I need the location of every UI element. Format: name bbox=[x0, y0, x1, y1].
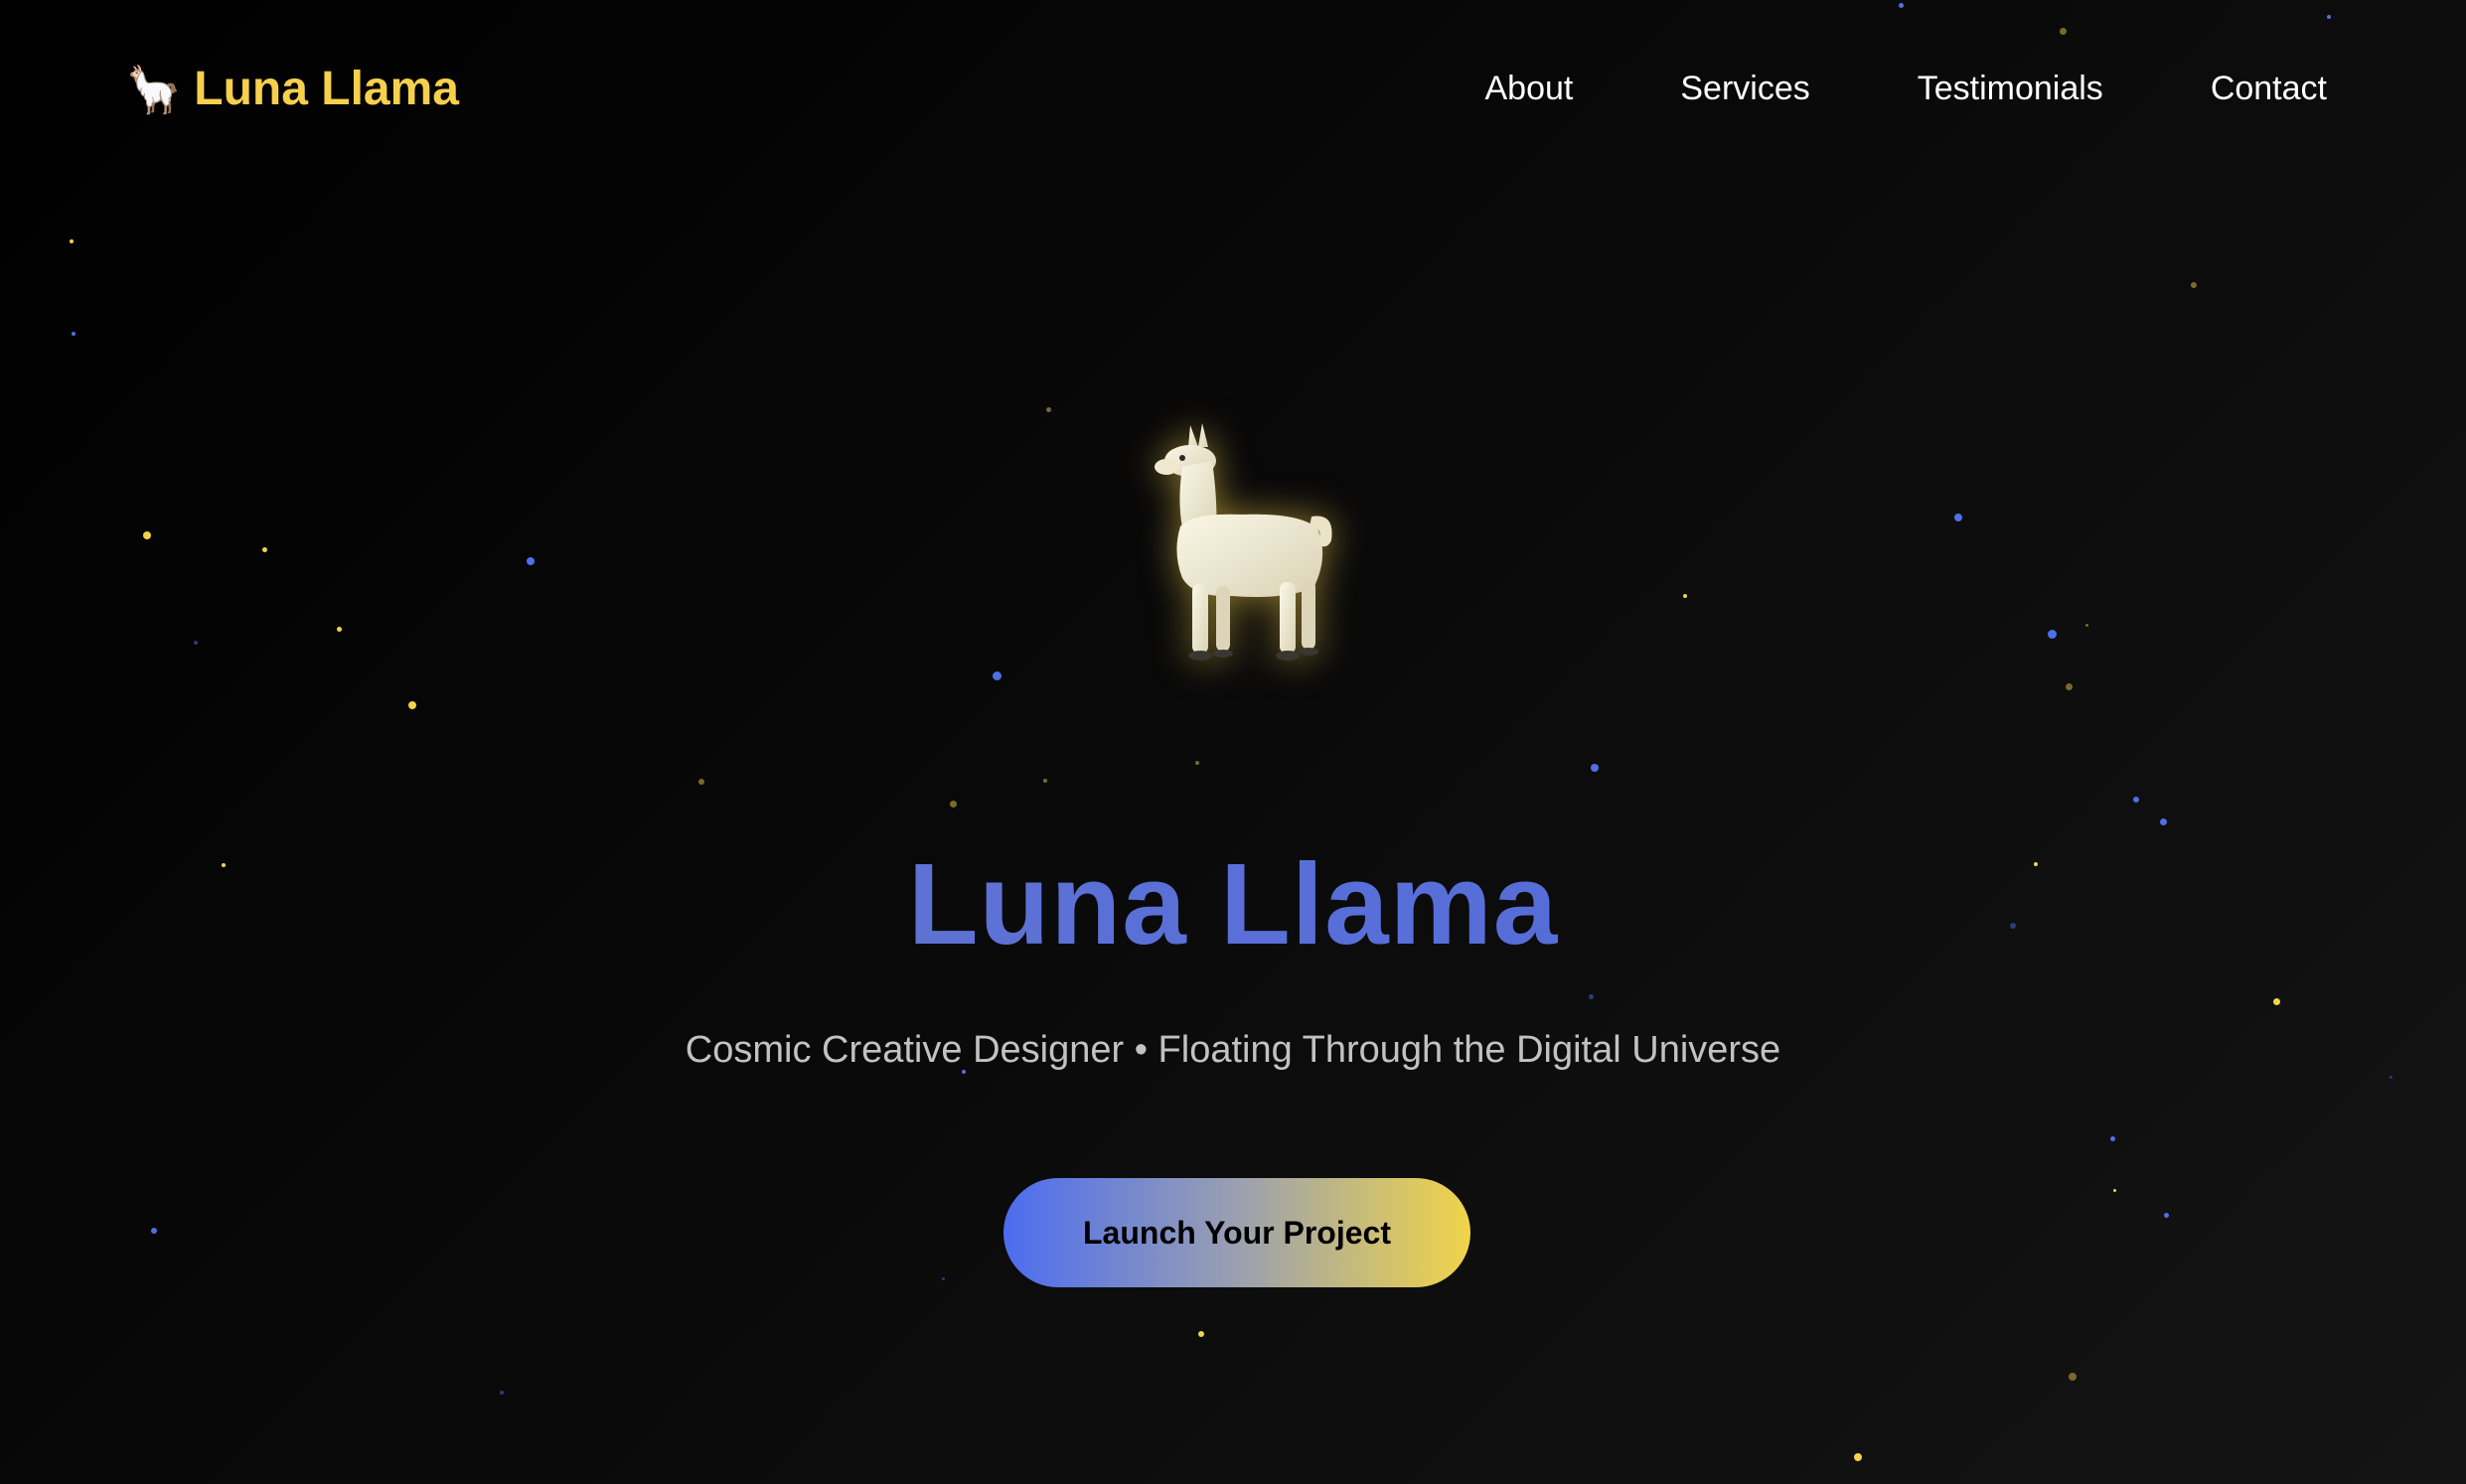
site-logo[interactable]: 🦙 Luna Llama bbox=[125, 62, 459, 116]
hero-title: Luna Llama bbox=[0, 846, 2466, 962]
star bbox=[72, 332, 76, 336]
nav-link-about[interactable]: About bbox=[1485, 72, 1574, 105]
star bbox=[2066, 683, 2073, 690]
top-navigation: 🦙 Luna Llama About Services Testimonials… bbox=[0, 0, 2466, 189]
llama-icon: 🦙 bbox=[125, 63, 183, 115]
star bbox=[1589, 994, 1594, 999]
star bbox=[2389, 1076, 2392, 1079]
star bbox=[698, 779, 704, 785]
star bbox=[2164, 1213, 2169, 1218]
star bbox=[993, 671, 1002, 680]
star bbox=[2048, 630, 2057, 639]
hero-subtitle: Cosmic Creative Designer • Floating Thro… bbox=[685, 1029, 1781, 1071]
star bbox=[194, 641, 198, 645]
star bbox=[2113, 1189, 2116, 1192]
launch-project-button[interactable]: Launch Your Project bbox=[1003, 1178, 1470, 1287]
nav-link-services[interactable]: Services bbox=[1680, 72, 1809, 105]
star bbox=[1591, 764, 1599, 772]
star bbox=[950, 801, 957, 808]
star bbox=[1198, 1331, 1204, 1337]
star bbox=[527, 557, 535, 565]
star bbox=[500, 1391, 504, 1395]
nav-link-testimonials[interactable]: Testimonials bbox=[1918, 72, 2103, 105]
star bbox=[1954, 514, 1962, 521]
logo-text: Luna Llama bbox=[194, 63, 459, 115]
star bbox=[70, 239, 74, 243]
star bbox=[151, 1228, 157, 1234]
star bbox=[2191, 282, 2197, 288]
nav-menu: About Services Testimonials Contact bbox=[1485, 72, 2328, 105]
star bbox=[2085, 624, 2088, 627]
star bbox=[337, 627, 342, 632]
star bbox=[2069, 1373, 2077, 1381]
star bbox=[143, 531, 151, 539]
star bbox=[262, 547, 267, 552]
star bbox=[1683, 594, 1687, 598]
star bbox=[408, 701, 416, 709]
star bbox=[2160, 818, 2167, 825]
star bbox=[1046, 407, 1051, 412]
nav-link-contact[interactable]: Contact bbox=[2211, 72, 2327, 105]
star bbox=[1195, 761, 1199, 765]
star bbox=[942, 1277, 945, 1280]
star bbox=[1043, 779, 1047, 783]
star bbox=[1854, 1453, 1862, 1461]
star bbox=[2110, 1136, 2115, 1141]
llama-illustration bbox=[1155, 423, 1332, 661]
star bbox=[2273, 998, 2280, 1005]
star bbox=[2133, 797, 2139, 803]
